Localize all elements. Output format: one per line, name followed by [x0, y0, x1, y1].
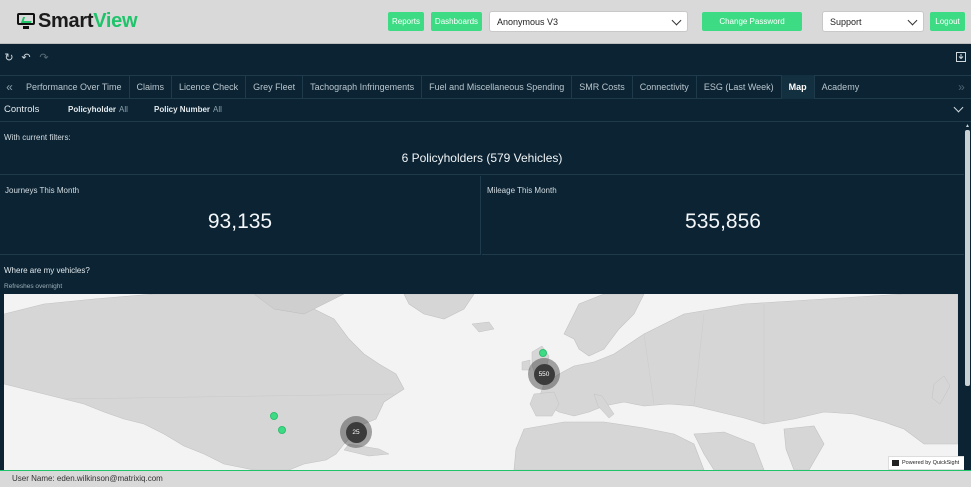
summary-title: With current filters:	[4, 133, 71, 142]
policy-number-value: All	[213, 105, 222, 114]
mileage-kpi: Mileage This Month 535,856	[482, 176, 964, 255]
summary-text: 6 Policyholders (579 Vehicles)	[401, 151, 563, 165]
change-password-button[interactable]: Change Password	[702, 12, 802, 31]
journeys-title: Journeys This Month	[5, 186, 80, 195]
tab-connectivity[interactable]: Connectivity	[633, 75, 697, 99]
journeys-kpi: Journeys This Month 93,135	[0, 176, 481, 255]
tab-tachograph-infringements[interactable]: Tachograph Infringements	[303, 75, 423, 99]
status-bar: User Name: eden.wilkinson@matrixiq.com	[0, 470, 971, 487]
vehicle-marker[interactable]	[270, 412, 278, 420]
smartview-logo[interactable]: SmartView	[17, 9, 138, 32]
vehicle-marker[interactable]	[539, 349, 547, 357]
filter-summary-panel: With current filters: 6 Policyholders (5…	[0, 123, 964, 175]
account-select[interactable]: Anonymous V3	[489, 11, 688, 32]
dashboard-toolbar: ↻ ↶ ↷	[0, 45, 971, 72]
vehicle-marker[interactable]	[278, 426, 286, 434]
controls-title: Controls	[4, 104, 40, 115]
support-select[interactable]: Support	[822, 11, 924, 32]
undo-icon[interactable]: ↶	[20, 52, 32, 64]
vehicle-cluster-americas[interactable]: 25	[340, 416, 372, 448]
powered-by-text: Powered by QuickSight	[902, 460, 960, 466]
map-subtitle: Refreshes overnight	[4, 283, 63, 290]
powered-by-badge: Powered by QuickSight	[888, 456, 967, 470]
world-basemap	[4, 294, 958, 470]
account-select-value: Anonymous V3	[497, 16, 559, 27]
reports-button[interactable]: Reports	[388, 12, 424, 31]
support-select-value: Support	[830, 16, 862, 27]
tabs-scroll-left-icon[interactable]: «	[0, 75, 19, 99]
chevron-down-icon	[671, 15, 682, 26]
top-header: SmartView Reports Dashboards Anonymous V…	[0, 0, 971, 44]
tab-academy[interactable]: Academy	[815, 75, 867, 99]
journeys-value: 93,135	[207, 210, 273, 233]
scrollbar-thumb[interactable]	[965, 130, 970, 386]
chevron-down-icon	[907, 15, 918, 26]
mileage-value: 535,856	[685, 210, 761, 233]
scroll-up-icon[interactable]: ▲	[965, 123, 970, 129]
tab-map[interactable]: Map	[781, 75, 815, 99]
policyholder-value: All	[119, 105, 128, 114]
logo-text-primary: Smart	[38, 9, 94, 32]
controls-bar: Controls Policyholder All Policy Number Al…	[0, 99, 971, 122]
tab-smr-costs[interactable]: SMR Costs	[572, 75, 633, 99]
policy-number-filter[interactable]: Policy Number All	[154, 105, 222, 114]
vertical-scrollbar[interactable]: ▲	[964, 123, 971, 470]
tab-claims[interactable]: Claims	[130, 75, 173, 99]
tab-performance-over-time[interactable]: Performance Over Time	[19, 75, 130, 99]
policyholder-filter[interactable]: Policyholder All	[68, 105, 128, 114]
logout-button[interactable]: Logout	[930, 12, 965, 31]
mileage-title: Mileage This Month	[487, 186, 557, 195]
tab-licence-check[interactable]: Licence Check	[172, 75, 247, 99]
image-icon	[892, 460, 899, 466]
sheet-tabs: « Performance Over Time Claims Licence C…	[0, 75, 971, 99]
tabs-scroll-right-icon[interactable]: »	[952, 75, 971, 99]
tab-esg-last-week[interactable]: ESG (Last Week)	[697, 75, 782, 99]
download-icon[interactable]	[955, 52, 967, 64]
dashboards-button[interactable]: Dashboards	[431, 12, 482, 31]
vehicle-map[interactable]: 550 25	[4, 294, 958, 470]
policyholder-label: Policyholder	[68, 105, 117, 114]
monitor-logo-icon	[17, 13, 35, 29]
redo-icon[interactable]: ↷	[38, 52, 50, 64]
refresh-icon[interactable]: ↻	[3, 52, 15, 64]
chevron-down-icon[interactable]	[953, 102, 964, 113]
map-title: Where are my vehicles?	[4, 266, 90, 275]
logo-text-accent: View	[93, 9, 138, 32]
tab-fuel-misc-spending[interactable]: Fuel and Miscellaneous Spending	[422, 75, 573, 99]
vehicle-cluster-europe[interactable]: 550	[528, 358, 560, 390]
user-name-text: User Name: eden.wilkinson@matrixiq.com	[12, 474, 163, 483]
tab-grey-fleet[interactable]: Grey Fleet	[246, 75, 304, 99]
policy-number-label: Policy Number	[154, 105, 211, 114]
